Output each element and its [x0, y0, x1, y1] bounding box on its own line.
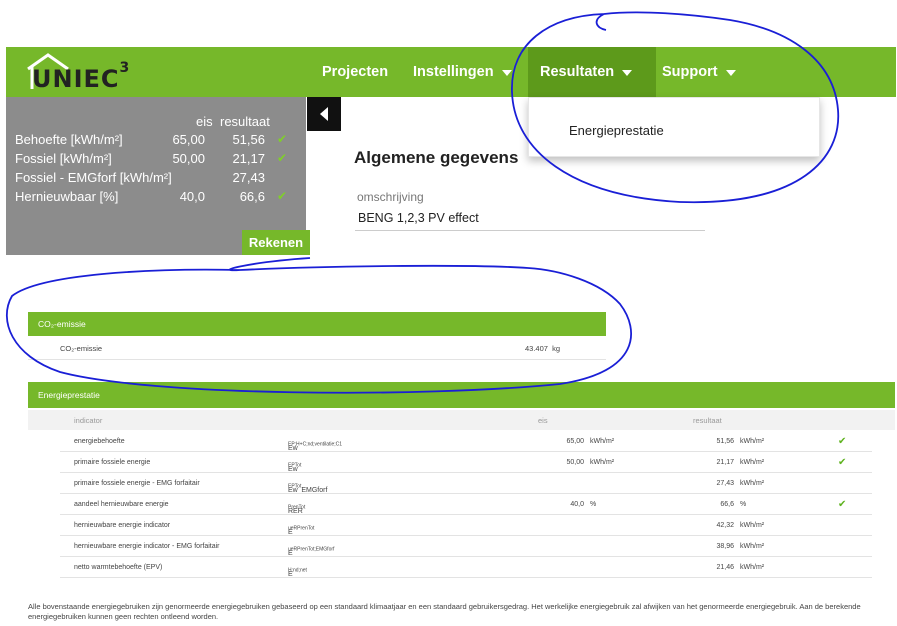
summary-row-label: Hernieuwbaar [%]	[15, 189, 119, 204]
check-icon: ✔	[838, 457, 847, 468]
row-indicator: netto warmtebehoefte (EPV)	[74, 564, 163, 571]
row-eis-value: 65,00	[566, 438, 584, 445]
collapse-panel-button[interactable]	[307, 97, 341, 131]
row-symbol: Ew EP;H+C;nd;ventilatie;C1	[288, 441, 343, 452]
row-indicator: primaire fossiele energie - EMG forfaita…	[74, 480, 200, 487]
row-indicator: primaire fossiele energie	[74, 459, 151, 466]
summary-col-eis: eis	[196, 114, 213, 129]
check-icon: ✔	[277, 132, 288, 146]
row-resultaat-unit: kWh/m²	[740, 564, 765, 571]
nav-projecten-label: Projecten	[322, 64, 389, 80]
row-resultaat-unit: kWh/m²	[740, 543, 765, 550]
check-icon: ✔	[838, 499, 847, 510]
row-symbol: EueRPrenTot;EMGforf	[288, 546, 335, 557]
chevron-left-icon	[320, 107, 328, 121]
nav-projecten[interactable]: Projecten	[310, 47, 400, 97]
rekenen-button[interactable]: Rekenen	[242, 230, 310, 255]
summary-row: Behoefte [kWh/m²] 65,00 51,56 ✔	[15, 132, 305, 150]
table-row: primaire fossiele energie Ew EPTot 50,00 …	[60, 452, 872, 473]
check-icon: ✔	[277, 189, 288, 203]
row-resultaat-unit: kWh/m²	[740, 480, 765, 487]
energieprestatie-section-header: Energieprestatie	[28, 382, 895, 408]
summary-row-label: Fossiel [kWh/m²]	[15, 151, 112, 166]
chevron-down-icon	[725, 70, 736, 76]
summary-row-resultaat: 66,6	[239, 189, 265, 204]
section-title-algemene-gegevens: Algemene gegevens	[354, 148, 519, 167]
energieprestatie-section-title: Energieprestatie	[38, 390, 100, 400]
row-eis-unit: kWh/m²	[590, 459, 615, 466]
co2-row-value: 43.407 kg	[525, 344, 561, 353]
row-symbol: EueRPrenTot	[288, 525, 315, 536]
table-row: netto warmtebehoefte (EPV) E H;nd;net 21,…	[60, 557, 872, 578]
disclaimer-text: Alle bovenstaande energiegebruiken zijn …	[28, 602, 861, 621]
summary-row-label: Fossiel - EMGforf [kWh/m²]	[15, 170, 172, 185]
check-icon: ✔	[277, 151, 288, 165]
summary-row: Fossiel - EMGforf [kWh/m²] 27,43	[15, 170, 305, 188]
top-navbar: UNIEC3 Projecten Instellingen Resultaten…	[6, 47, 896, 97]
summary-col-resultaat: resultaat	[220, 114, 270, 129]
summary-row-eis: 50,00	[172, 151, 205, 166]
resultaten-dropdown-menu: Energieprestatie	[528, 97, 820, 157]
row-symbol: Ew EPTot	[288, 462, 302, 473]
co2-section-title: CO₂-emissie	[38, 319, 86, 329]
chevron-down-icon	[622, 70, 633, 76]
nav-support-label: Support	[662, 64, 718, 80]
co2-row-label: CO₂-emissie	[60, 344, 103, 353]
table-row: aandeel hernieuwbare energie RER PrenTot …	[60, 494, 872, 515]
row-resultaat-value: 66,6	[720, 501, 734, 508]
nav-resultaten-label: Resultaten	[540, 64, 615, 80]
row-symbol: RER PrenTot	[288, 504, 306, 515]
row-eis-value: 40,0	[570, 501, 584, 508]
omschrijving-field[interactable]	[355, 205, 705, 231]
table-row: primaire fossiele energie - EMG forfaita…	[60, 473, 872, 494]
table-row: hernieuwbare energie indicator - EMG for…	[60, 536, 872, 557]
omschrijving-label: omschrijving	[357, 190, 424, 204]
summary-row-eis: 40,0	[179, 189, 205, 204]
menu-item-energieprestatie[interactable]: Energieprestatie	[569, 123, 664, 138]
summary-row-resultaat: 27,43	[232, 170, 265, 185]
check-icon: ✔	[838, 436, 847, 447]
co2-section-header: CO₂-emissie	[28, 312, 606, 336]
row-resultaat-value: 21,46	[716, 564, 734, 571]
table-row: energiebehoefte Ew EP;H+C;nd;ventilatie;C…	[60, 431, 872, 452]
summary-row-label: Behoefte [kWh/m²]	[15, 132, 123, 147]
row-resultaat-value: 38,96	[716, 543, 734, 550]
nav-instellingen-label: Instellingen	[413, 64, 494, 80]
row-eis-value: 50,00	[566, 459, 584, 466]
row-resultaat-value: 27,43	[716, 480, 734, 487]
nav-support[interactable]: Support	[650, 47, 748, 97]
results-summary-panel: eis resultaat Behoefte [kWh/m²] 65,00 51…	[6, 97, 310, 255]
table-header: indicator eis resultaat	[28, 410, 895, 430]
row-symbol: E H;nd;net	[288, 567, 307, 578]
uniec-logo[interactable]: UNIEC3	[24, 51, 129, 93]
table-row: CO₂-emissie 43.407 kg	[28, 336, 606, 360]
row-indicator: energiebehoefte	[74, 438, 125, 445]
row-resultaat-value: 21,17	[716, 459, 734, 466]
summary-row: Fossiel [kWh/m²] 50,00 21,17 ✔	[15, 151, 305, 169]
row-indicator: aandeel hernieuwbare energie	[74, 501, 169, 508]
summary-row-resultaat: 21,17	[232, 151, 265, 166]
row-resultaat-value: 51,56	[716, 438, 734, 445]
row-resultaat-unit: kWh/m²	[740, 459, 765, 466]
logo-text: UNIEC3	[32, 60, 131, 93]
nav-resultaten[interactable]: Resultaten	[528, 47, 656, 97]
row-resultaat-value: 42,32	[716, 522, 734, 529]
row-resultaat-unit: %	[740, 501, 747, 508]
row-eis-unit: kWh/m²	[590, 438, 615, 445]
column-header-resultaat: resultaat	[693, 416, 722, 425]
row-resultaat-unit: kWh/m²	[740, 438, 765, 445]
row-eis-unit: %	[590, 501, 597, 508]
row-symbol: Ew EPTot EMGforf	[288, 483, 328, 494]
nav-instellingen[interactable]: Instellingen	[401, 47, 524, 97]
column-header-indicator: indicator	[74, 416, 103, 425]
row-indicator: hernieuwbare energie indicator	[74, 522, 171, 529]
row-indicator: hernieuwbare energie indicator - EMG for…	[74, 543, 220, 550]
row-resultaat-unit: kWh/m²	[740, 522, 765, 529]
summary-row-resultaat: 51,56	[232, 132, 265, 147]
column-header-eis: eis	[538, 416, 548, 425]
table-row: hernieuwbare energie indicator EueRPrenT…	[60, 515, 872, 536]
summary-row: Hernieuwbaar [%] 40,0 66,6 ✔	[15, 189, 305, 207]
chevron-down-icon	[501, 70, 512, 76]
summary-row-eis: 65,00	[172, 132, 205, 147]
